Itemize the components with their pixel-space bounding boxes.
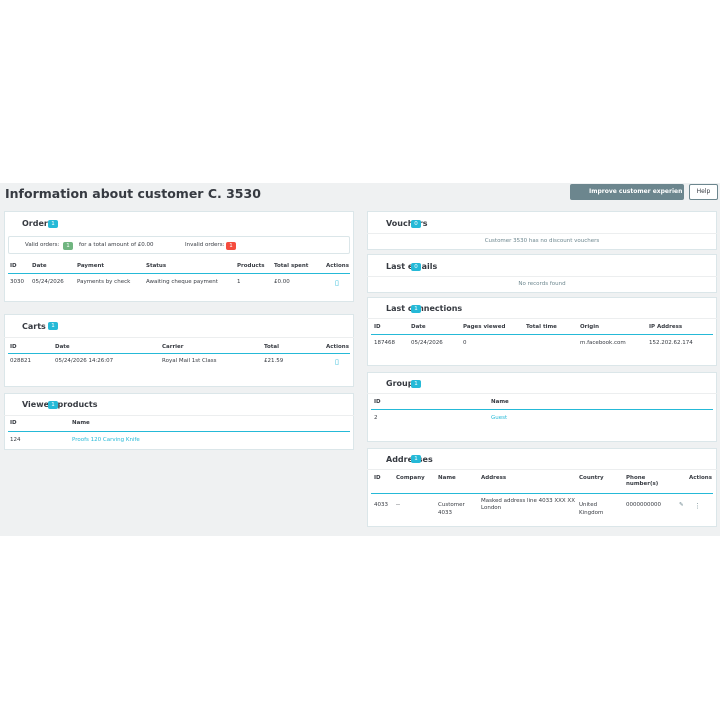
vouchers-title: Vouchers <box>386 219 428 228</box>
connections-col-origin: Origin <box>580 324 600 330</box>
groups-col-id: ID <box>374 399 381 405</box>
addresses-col-id: ID <box>374 475 381 481</box>
connections-head-divider <box>367 318 717 319</box>
cart-view-icon[interactable]: ▯ <box>335 358 339 366</box>
improve-customer-experience-button[interactable]: Improve customer experien <box>570 184 684 200</box>
orders-total-text: for a total amount of £0.00 <box>79 242 154 248</box>
address-phone: 0000000000 <box>626 502 661 508</box>
group-name-link[interactable]: Guest <box>491 415 507 421</box>
addresses-col-name: Name <box>438 475 456 481</box>
connection-ip: 152.202.62.174 <box>649 340 693 346</box>
order-view-icon[interactable]: ▯ <box>335 279 339 287</box>
connection-id: 187468 <box>374 340 395 346</box>
emails-head-divider <box>367 276 717 277</box>
connections-col-date: Date <box>411 324 426 330</box>
connection-origin: m.facebook.com <box>580 340 626 346</box>
connection-pages: 0 <box>463 340 467 346</box>
invalid-orders-label: Invalid orders: <box>185 242 225 248</box>
addresses-col-country: Country <box>579 475 604 481</box>
last-emails-count-badge: 0 <box>411 263 421 271</box>
addresses-header-rule <box>371 493 713 494</box>
emails-empty-message: No records found <box>518 281 566 287</box>
viewed-col-id: ID <box>10 420 17 426</box>
carts-title: Carts <box>22 322 46 331</box>
order-date: 05/24/2026 <box>32 279 64 285</box>
last-connections-count-badge: 1 <box>411 305 421 313</box>
order-products: 1 <box>237 279 241 285</box>
order-total: £0.00 <box>274 279 290 285</box>
page-title: Information about customer C. 3530 <box>5 186 261 201</box>
carts-col-id: ID <box>10 344 17 350</box>
viewed-head-divider <box>4 415 354 416</box>
last-connections-title: Last connections <box>386 304 463 313</box>
cart-id[interactable]: 028821 <box>10 358 31 364</box>
order-id[interactable]: 3030 <box>10 279 24 285</box>
connection-date: 05/24/2026 <box>411 340 443 346</box>
addresses-col-company: Company <box>396 475 425 481</box>
viewed-products-count-badge: 1 <box>48 401 58 409</box>
orders-count-badge: 1 <box>48 220 58 228</box>
address-line1: Masked address line 4033 XXX XX <box>481 498 575 504</box>
vouchers-card <box>367 211 717 250</box>
connections-col-ip: IP Address <box>649 324 683 330</box>
cart-total: £21.59 <box>264 358 284 364</box>
valid-orders-badge: 1 <box>63 242 73 250</box>
viewed-product-link[interactable]: Proofs 120 Carving Knife <box>72 437 140 443</box>
addresses-col-phone: Phone number(s) <box>626 475 659 487</box>
order-payment: Payments by check <box>77 279 131 285</box>
groups-count-badge: 1 <box>411 380 421 388</box>
address-line2: London <box>481 505 502 511</box>
groups-header-rule <box>371 409 713 410</box>
orders-col-date: Date <box>32 263 47 269</box>
carts-col-total: Total <box>264 344 280 350</box>
address-edit-icon[interactable]: ✎ <box>679 502 684 508</box>
valid-orders-label: Valid orders: <box>25 242 60 248</box>
carts-header-rule <box>8 353 350 354</box>
connections-col-time: Total time <box>526 324 557 330</box>
order-status: Awaiting cheque payment <box>146 279 218 285</box>
viewed-col-name: Name <box>72 420 90 426</box>
orders-header-rule <box>8 273 350 274</box>
carts-col-actions: Actions <box>326 344 349 350</box>
vouchers-empty-message: Customer 3530 has no discount vouchers <box>484 238 600 244</box>
orders-col-payment: Payment <box>77 263 105 269</box>
orders-col-actions: Actions <box>326 263 349 269</box>
carts-head-divider <box>4 337 354 338</box>
address-country: United Kingdom <box>579 502 604 516</box>
connections-col-pages: Pages viewed <box>463 324 506 330</box>
cart-date: 05/24/2026 14:26:07 <box>55 358 114 364</box>
address-customer-name: Customer 4033 <box>438 502 465 516</box>
help-button[interactable]: Help <box>689 184 718 200</box>
address-id: 4033 <box>374 502 388 508</box>
viewed-product-id: 124 <box>10 437 21 443</box>
groups-col-name: Name <box>491 399 509 405</box>
carts-col-carrier: Carrier <box>162 344 184 350</box>
carts-col-date: Date <box>55 344 70 350</box>
cart-carrier: Royal Mail 1st Class <box>162 358 217 364</box>
vouchers-count-badge: 0 <box>411 220 421 228</box>
address-company: -- <box>396 502 400 508</box>
vouchers-head-divider <box>367 233 717 234</box>
orders-col-status: Status <box>146 263 167 269</box>
orders-col-products: Products <box>237 263 265 269</box>
orders-col-total: Total spent <box>274 263 309 269</box>
groups-head-divider <box>367 393 717 394</box>
carts-count-badge: 1 <box>48 322 58 330</box>
connections-col-id: ID <box>374 324 381 330</box>
addresses-head-divider <box>367 469 717 470</box>
last-emails-card <box>367 254 717 293</box>
orders-col-id: ID <box>10 263 17 269</box>
addresses-title: Addresses <box>386 455 433 464</box>
address-more-actions-icon[interactable]: ⋮ <box>694 502 701 510</box>
group-id: 2 <box>374 415 378 421</box>
connections-header-rule <box>371 334 713 335</box>
viewed-header-rule <box>8 431 350 432</box>
addresses-col-address: Address <box>481 475 507 481</box>
viewed-products-title: Viewed products <box>22 400 98 409</box>
addresses-count-badge: 1 <box>411 455 421 463</box>
addresses-col-actions: Actions <box>689 475 712 481</box>
invalid-orders-badge: 1 <box>226 242 236 250</box>
